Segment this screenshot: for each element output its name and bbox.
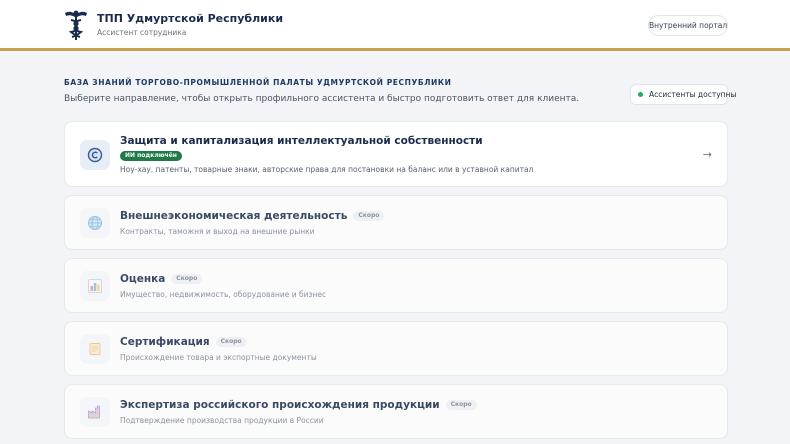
card-title: Защита и капитализация интеллектуальной … — [120, 135, 483, 147]
card-description: Имущество, недвижимость, оборудование и … — [120, 290, 327, 299]
knowledge-base-description: Выберите направление, чтобы открыть проф… — [64, 94, 580, 104]
internal-portal-button[interactable]: Внутренний портал — [648, 15, 728, 36]
card-foreign-trade[interactable]: Внешнеэкономическая деятельность Скоро Ко… — [64, 195, 728, 250]
status-text: Ассистенты доступны — [649, 90, 737, 99]
card-intellectual-property[interactable]: Защита и капитализация интеллектуальной … — [64, 121, 728, 187]
card-title-text: Сертификация — [120, 336, 210, 348]
knowledge-base-label: БАЗА ЗНАНИЙ ТОРГОВО-ПРОМЫШЛЕННОЙ ПАЛАТЫ … — [64, 78, 452, 87]
card-valuation[interactable]: Оценка Скоро Имущество, недвижимость, обо… — [64, 258, 728, 313]
caduceus-logo-icon — [65, 10, 87, 40]
bar-chart-icon — [80, 271, 110, 301]
card-certification[interactable]: Сертификация Скоро Происхождение товара и… — [64, 321, 728, 376]
ai-connected-badge: ИИ подключён — [120, 151, 182, 161]
card-description: Контракты, таможня и выход на внешние ры… — [120, 227, 315, 236]
status-dot-icon — [638, 92, 643, 97]
card-description: Подтверждение производства продукции в Р… — [120, 416, 324, 425]
arrow-right-icon[interactable]: → — [703, 148, 712, 161]
coming-soon-badge: Скоро — [171, 274, 203, 284]
card-description: Происхождение товара и экспортные докуме… — [120, 353, 317, 362]
app-title: ТПП Удмуртской Республики — [97, 12, 284, 25]
coming-soon-badge: Скоро — [353, 211, 385, 221]
card-origin-expertise[interactable]: Экспертиза российского происхождения про… — [64, 384, 728, 439]
card-title: Сертификация Скоро — [120, 336, 247, 348]
coming-soon-badge: Скоро — [215, 337, 247, 347]
card-title: Экспертиза российского происхождения про… — [120, 399, 477, 411]
card-title: Внешнеэкономическая деятельность Скоро — [120, 210, 385, 222]
globe-icon — [80, 208, 110, 238]
card-title-text: Экспертиза российского происхождения про… — [120, 399, 440, 411]
card-description: Ноу-хау, патенты, товарные знаки, авторс… — [120, 165, 534, 174]
coming-soon-badge: Скоро — [445, 400, 477, 410]
copyright-icon — [80, 140, 110, 170]
card-title: Оценка Скоро — [120, 273, 203, 285]
app-header: ТПП Удмуртской Республики Ассистент сотр… — [0, 0, 790, 51]
card-title-text: Внешнеэкономическая деятельность — [120, 210, 348, 222]
app-subtitle: Ассистент сотрудника — [97, 28, 187, 37]
card-title-text: Оценка — [120, 273, 166, 285]
scroll-icon — [80, 334, 110, 364]
assistants-status-badge: Ассистенты доступны — [630, 84, 736, 105]
factory-icon — [80, 397, 110, 427]
